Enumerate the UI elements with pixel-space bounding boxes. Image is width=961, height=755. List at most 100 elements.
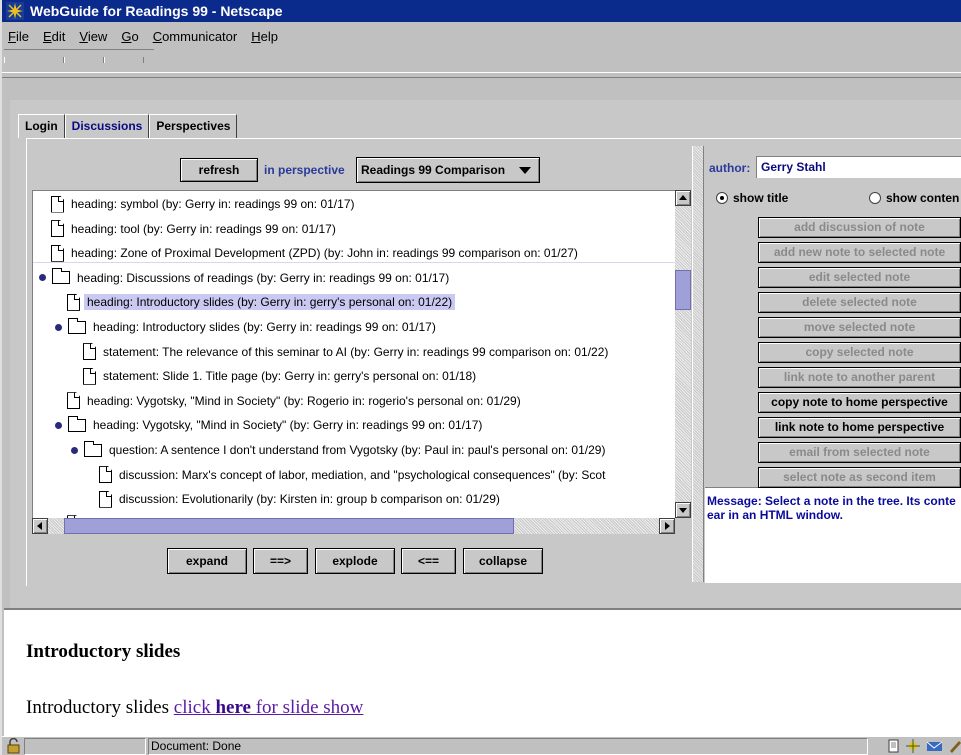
tab-perspectives[interactable]: Perspectives	[149, 114, 238, 138]
security-lock-icon[interactable]	[6, 738, 22, 754]
tree-row[interactable]: statement: Slide 1. Title page (by: Gerr…	[83, 365, 479, 387]
component-icon[interactable]	[903, 737, 923, 755]
menu-communicator[interactable]: Communicator	[153, 29, 238, 44]
window-title: WebGuide for Readings 99 - Netscape	[30, 3, 283, 19]
tree-row-label: heading: Introductory slides (by: Gerry …	[84, 294, 456, 311]
expanded-node-icon[interactable]	[55, 421, 62, 429]
action-copy-selected-note-button[interactable]: copy selected note	[758, 342, 961, 363]
tree-row-label: heading: symbol (by: Gerry in: readings …	[71, 197, 355, 211]
tree-row[interactable]: heading: Introductory slides (by: Gerry …	[55, 316, 439, 338]
tree-row[interactable]: question: A sentence I don't understand …	[71, 439, 608, 461]
radio-show-title[interactable]: show title	[716, 191, 788, 205]
arrow-right-icon	[665, 522, 670, 530]
slide-show-link[interactable]: click here for slide show	[174, 697, 364, 718]
page-icon[interactable]	[885, 737, 903, 755]
tree-row[interactable]: statement: The relevance of this seminar…	[83, 341, 611, 363]
mail-icon[interactable]	[923, 737, 947, 755]
tree-row[interactable]: heading: Discussions of readings (by: Ge…	[39, 267, 452, 289]
expand-button[interactable]: expand	[167, 548, 247, 574]
tree-row-label: heading: Vygotsky, "Mind in Society" (by…	[93, 418, 483, 433]
action-add-new-note-to-selected-note-button[interactable]: add new note to selected note	[758, 242, 961, 263]
forward-button[interactable]: ==>	[253, 548, 308, 574]
tree-row-label: heading: tool (by: Gerry in: readings 99…	[71, 221, 336, 236]
note-tree[interactable]: heading: symbol (by: Gerry in: readings …	[32, 190, 675, 518]
author-label: author:	[709, 161, 751, 175]
radio-unchecked-icon	[869, 192, 881, 204]
status-text: Document: Done	[148, 738, 868, 755]
menu-file[interactable]: File	[8, 29, 29, 44]
tree-row-label: question: A sentence I don't understand …	[109, 443, 606, 457]
tree-row-label: statement: Slide 1. Title page (by: Gerr…	[103, 369, 477, 384]
tree-row[interactable]: heading: Vygotsky, "Mind in Society" (by…	[55, 414, 485, 436]
title-bar: WebGuide for Readings 99 - Netscape	[2, 0, 961, 22]
document-icon	[51, 220, 64, 238]
pane-splitter[interactable]	[692, 146, 704, 582]
content-line: Introductory slides click here for slide…	[26, 697, 363, 719]
action-email-from-selected-note-button[interactable]: email from selected note	[758, 442, 961, 463]
tree-row[interactable]: heading: tool (by: Gerry in: readings 99…	[51, 218, 339, 240]
menu-edit[interactable]: Edit	[43, 29, 65, 44]
folder-icon	[52, 268, 70, 285]
composer-icon[interactable]	[947, 737, 961, 755]
refresh-button[interactable]: refresh	[180, 158, 258, 182]
tree-row[interactable]: discussion: Marx's concept of labor, med…	[99, 464, 608, 486]
action-link-note-to-home-perspective-button[interactable]: link note to home perspective	[758, 417, 961, 438]
toolbar-separator	[2, 72, 961, 78]
scroll-left-button[interactable]	[32, 518, 48, 534]
tab-login[interactable]: Login	[18, 114, 65, 138]
tree-row[interactable]: heading: Zone of Proximal Development (Z…	[51, 242, 581, 264]
tree-row[interactable]: discussion: Evolutionarily (by: Kirsten …	[99, 488, 503, 510]
perspective-value: Readings 99 Comparison	[361, 163, 506, 177]
tree-row[interactable]: heading: symbol (by: Gerry in: readings …	[51, 193, 358, 215]
toolbar-handles[interactable]	[4, 49, 154, 63]
tree-row-label: statement: The relevance of this seminar…	[103, 344, 609, 359]
menu-help[interactable]: Help	[251, 29, 278, 44]
document-icon	[67, 293, 80, 311]
back-button[interactable]: <==	[401, 548, 456, 574]
tree-row-label: heading: Zone of Proximal Development (Z…	[71, 246, 578, 261]
document-icon	[99, 466, 112, 484]
action-edit-selected-note-button[interactable]: edit selected note	[758, 267, 961, 288]
action-select-note-as-second-item-button[interactable]: select note as second item	[758, 467, 961, 488]
document-icon	[83, 343, 96, 361]
tab-discussions[interactable]: Discussions	[64, 114, 150, 138]
scroll-up-button[interactable]	[675, 190, 691, 206]
tree-row[interactable]: heading: Introductory slides (by: Gerry …	[67, 291, 456, 313]
menu-go[interactable]: Go	[121, 29, 138, 44]
document-icon	[99, 490, 112, 508]
tree-row-label: heading: Discussions of readings (by: Ge…	[77, 270, 450, 285]
action-link-note-to-another-parent-button[interactable]: link note to another parent	[758, 367, 961, 388]
radio-checked-icon	[716, 192, 728, 204]
radio-show-content-label: show conten	[886, 191, 960, 205]
status-bar: Document: Done	[2, 736, 961, 755]
tree-row-label: heading: Vygotsky, "Mind in Society" (by…	[87, 393, 521, 408]
collapse-button[interactable]: collapse	[463, 548, 543, 574]
horizontal-scroll-thumb[interactable]	[64, 518, 514, 534]
arrow-up-icon	[679, 195, 687, 200]
tab-strip: Login Discussions Perspectives	[18, 114, 238, 138]
action-move-selected-note-button[interactable]: move selected note	[758, 317, 961, 338]
folder-icon	[84, 440, 102, 457]
scroll-right-button[interactable]	[659, 518, 675, 534]
expanded-node-icon[interactable]	[39, 274, 46, 282]
tree-row-label: discussion: Marx's concept of labor, med…	[119, 467, 606, 482]
scroll-down-button[interactable]	[675, 502, 691, 518]
menu-view[interactable]: View	[79, 29, 107, 44]
action-add-discussion-of-note-button[interactable]: add discussion of note	[758, 217, 961, 238]
action-copy-note-to-home-perspective-button[interactable]: copy note to home perspective	[758, 392, 961, 413]
expanded-node-icon[interactable]	[55, 323, 62, 331]
explode-button[interactable]: explode	[315, 548, 395, 574]
vertical-scroll-thumb[interactable]	[675, 270, 691, 310]
status-progress	[24, 738, 146, 755]
status-tray	[885, 737, 961, 755]
arrow-down-icon	[679, 508, 687, 513]
tree-vertical-scrollbar[interactable]	[675, 190, 691, 518]
tree-horizontal-scrollbar[interactable]	[32, 518, 675, 534]
tree-row[interactable]: heading: Vygotsky, "Mind in Society" (by…	[67, 390, 524, 412]
document-icon	[67, 392, 80, 410]
expanded-node-icon[interactable]	[71, 446, 78, 454]
perspective-select[interactable]: Readings 99 Comparison	[356, 157, 540, 183]
radio-show-content[interactable]: show conten	[869, 191, 959, 205]
action-delete-selected-note-button[interactable]: delete selected note	[758, 292, 961, 313]
author-field[interactable]: Gerry Stahl	[756, 156, 961, 178]
